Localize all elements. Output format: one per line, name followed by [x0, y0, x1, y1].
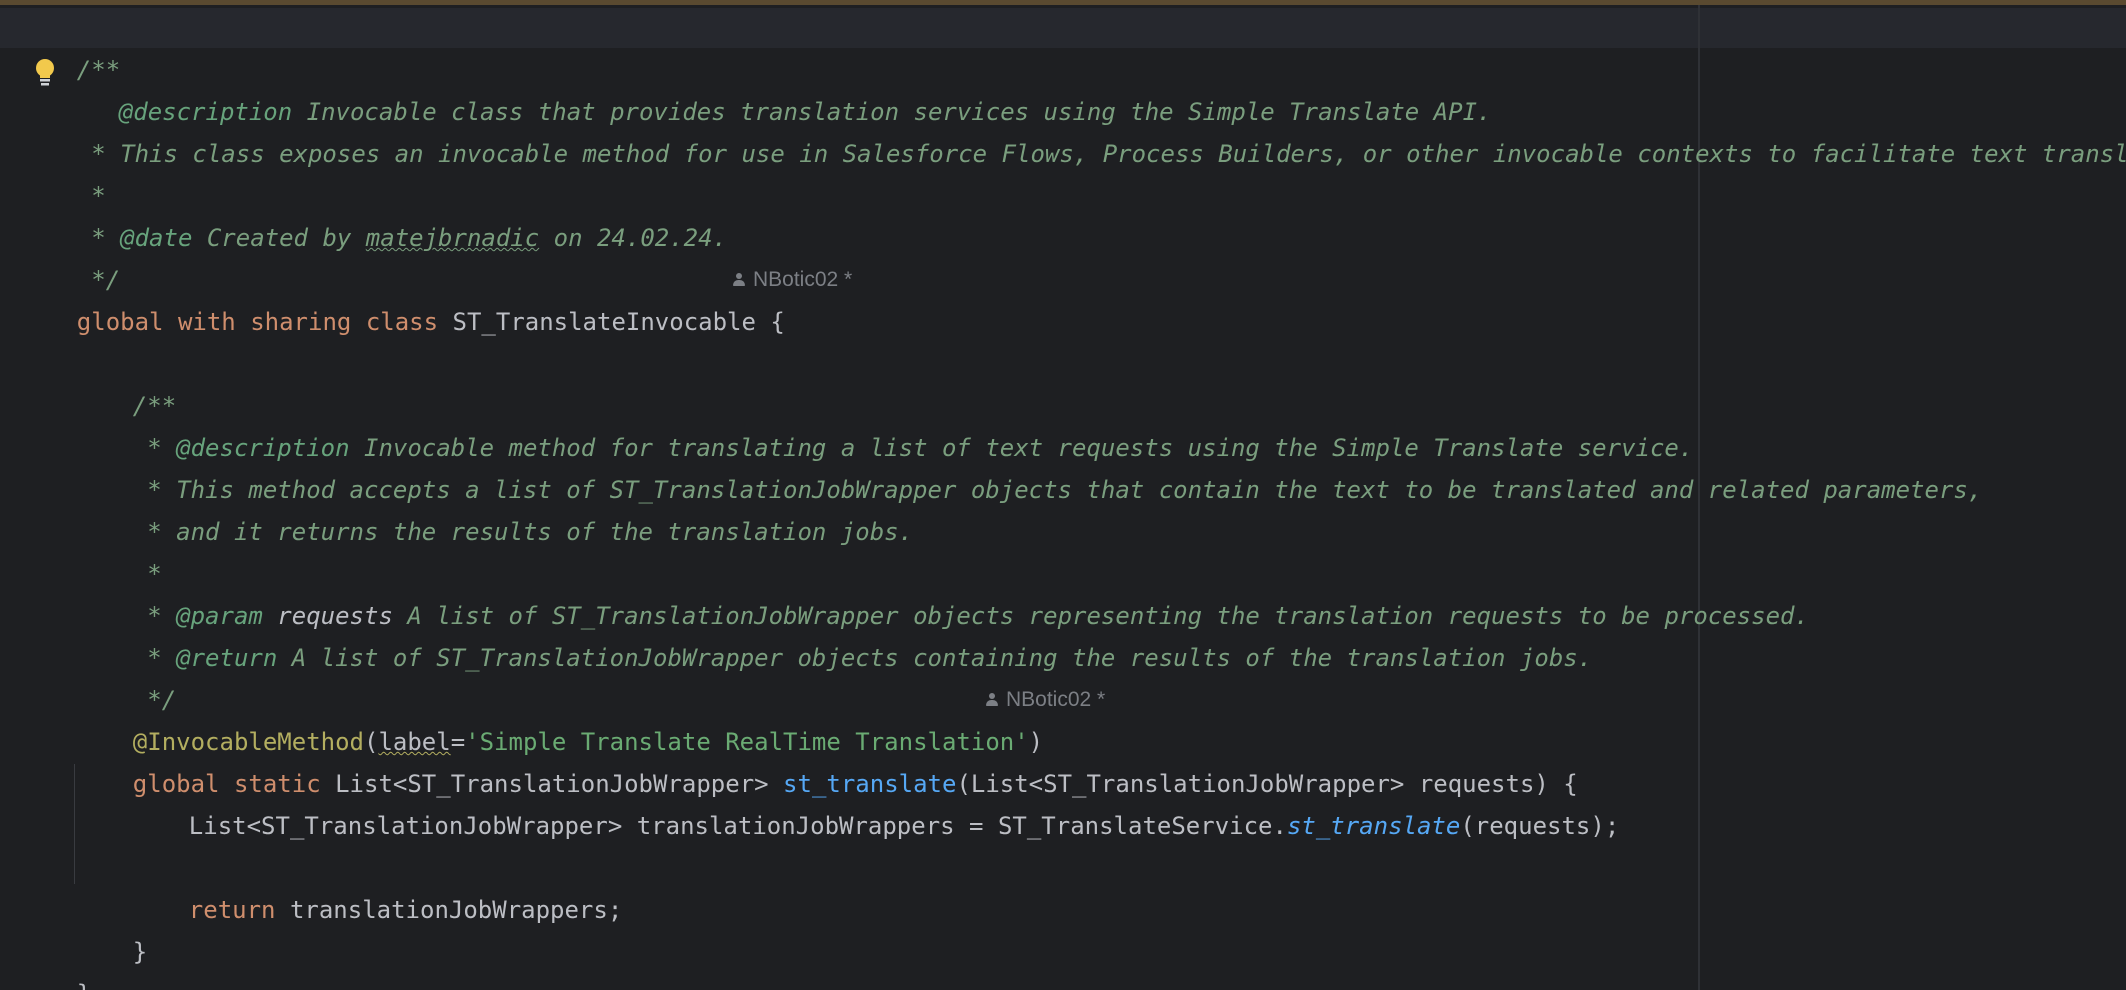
code-line-12[interactable]: * and it returns the results of the tran…: [75, 469, 913, 546]
code-line-11[interactable]: * This method accepts a list of ST_Trans…: [75, 427, 1982, 504]
author-hint-text: NBotic02 *: [753, 268, 853, 291]
body-declaration: List<ST_TranslationJobWrapper> translati…: [188, 812, 1287, 840]
method-close-brace: }: [132, 938, 148, 966]
class-name[interactable]: ST_TranslateInvocable: [453, 308, 756, 336]
class-author-hint[interactable]: NBotic02 *: [733, 259, 852, 301]
method-tag-return: @return: [176, 644, 278, 672]
return-value: translationJobWrappers;: [275, 896, 623, 924]
code-line-15[interactable]: * @return A list of ST_TranslationJobWra…: [75, 595, 1592, 672]
code-editor[interactable]: /** @description Invocable class that pr…: [0, 0, 2126, 990]
code-line-16[interactable]: */: [75, 637, 176, 714]
code-line-17[interactable]: @InvocableMethod(label='Simple Translate…: [75, 679, 1043, 756]
code-line-3[interactable]: * This class exposes an invocable method…: [19, 91, 2126, 168]
code-line-13[interactable]: *: [75, 511, 161, 588]
code-line-21[interactable]: return translationJobWrappers;: [131, 847, 622, 924]
user-icon: [986, 693, 998, 707]
code-line-14[interactable]: * @param requests A list of ST_Translati…: [75, 553, 1809, 630]
doc-date-text: on 24.02.24.: [539, 224, 728, 252]
code-line-18[interactable]: global static List<ST_TranslationJobWrap…: [75, 721, 1578, 798]
code-line-22[interactable]: }: [75, 889, 147, 966]
author-hint-text: NBotic02 *: [1006, 688, 1106, 711]
keyword-with: with: [177, 308, 236, 336]
doc-comment-line: * This class exposes an invocable method…: [76, 140, 2126, 168]
static-call[interactable]: st_translate: [1287, 812, 1460, 840]
code-line-4[interactable]: *: [19, 133, 105, 210]
user-icon: [733, 273, 745, 287]
keyword-return: return: [188, 896, 276, 924]
class-close-brace: }: [77, 980, 91, 990]
code-line-7[interactable]: global with sharing class ST_TranslateIn…: [19, 259, 785, 336]
code-line-5[interactable]: * @date Created by matejbrnadic on 24.02…: [19, 175, 727, 252]
code-line-9[interactable]: /**: [75, 343, 176, 420]
method-return-text: A list of ST_TranslationJobWrapper objec…: [277, 644, 1593, 672]
editor-top-border: [0, 0, 2126, 5]
doc-date-text: Created by: [192, 224, 366, 252]
open-brace: {: [770, 308, 785, 336]
doc-date-author: matejbrnadic: [365, 224, 540, 252]
keyword-global: global: [76, 308, 164, 336]
call-args: (requests);: [1460, 812, 1620, 840]
current-line-highlight: [0, 8, 2126, 48]
method-author-hint[interactable]: NBotic02 *: [986, 679, 1105, 721]
keyword-class: class: [365, 308, 439, 336]
keyword-sharing: sharing: [250, 308, 352, 336]
code-line-6[interactable]: */: [19, 217, 120, 294]
method-comment-line: * and it returns the results of the tran…: [132, 518, 914, 546]
code-line-2[interactable]: @description Invocable class that provid…: [61, 49, 1492, 126]
code-line-19[interactable]: List<ST_TranslationJobWrapper> translati…: [131, 763, 1619, 840]
code-line-1[interactable]: /**: [19, 7, 120, 84]
code-line-10[interactable]: * @description Invocable method for tran…: [75, 385, 1693, 462]
code-line-23[interactable]: }: [19, 931, 91, 990]
doc-tag-date: @date: [120, 224, 193, 252]
